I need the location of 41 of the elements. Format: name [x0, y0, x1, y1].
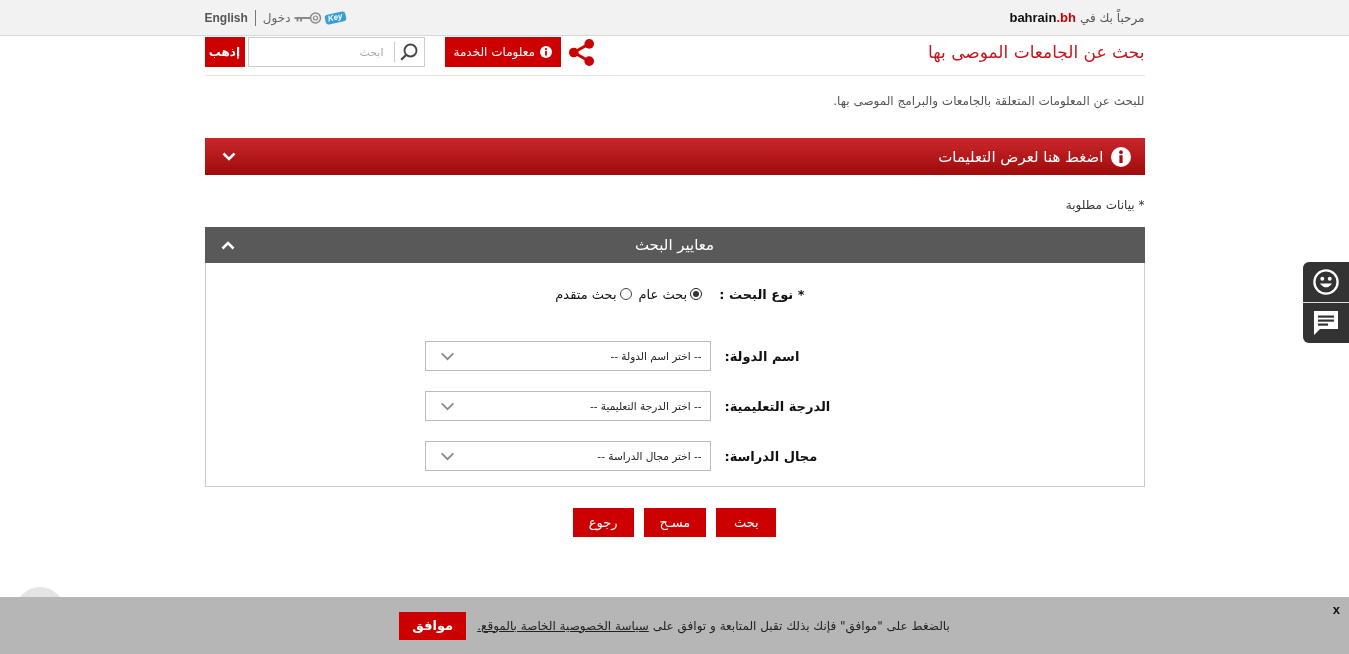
- accept-button[interactable]: موافق: [399, 611, 467, 640]
- radio-label[interactable]: بحث متقدم: [555, 286, 617, 302]
- language-link[interactable]: English: [204, 10, 248, 25]
- privacy-policy-link[interactable]: سياسة الخصوصية الخاصة بالموقع.: [477, 618, 649, 633]
- radio-button[interactable]: [619, 288, 632, 300]
- share-icon[interactable]: [568, 38, 595, 66]
- clear-button[interactable]: مسـح: [643, 508, 707, 537]
- search-icon[interactable]: [399, 43, 418, 61]
- chevron-down-icon: [439, 401, 455, 411]
- search-button[interactable]: بحث: [716, 508, 777, 537]
- description-text: للبحث عن المعلومات المتعلقة بالجامعات والبرامج الموصى بها.: [832, 93, 1145, 110]
- welcome-text: مرحباً بك في: [1079, 10, 1145, 25]
- service-info-button[interactable]: معلومات الخدمة: [444, 37, 561, 67]
- site-name[interactable]: bahrain.bh: [1009, 10, 1076, 25]
- field-label: مجال الدراسة:: [724, 448, 819, 464]
- radio-label[interactable]: بحث عام: [638, 286, 688, 302]
- search-field[interactable]: ابحث: [247, 37, 425, 67]
- key-badge: Key: [323, 10, 347, 25]
- page-title: بحث عن الجامعات الموصى بها: [928, 42, 1145, 62]
- info-icon: [1110, 146, 1131, 167]
- field-label: اسم الدولة:: [724, 348, 801, 364]
- back-button[interactable]: رجوع: [572, 508, 634, 537]
- go-button[interactable]: إذهب: [204, 37, 245, 67]
- field-label: الدرجة التعليمية:: [724, 398, 832, 414]
- chevron-down-icon: [439, 451, 455, 461]
- required-note: * بيانات مطلوبة: [1064, 197, 1145, 214]
- info-icon: [540, 46, 552, 58]
- search-type-label: * نوع البحث :: [719, 286, 805, 302]
- instructions-toggle[interactable]: اضغط هنا لعرض التعليمات: [204, 138, 1145, 175]
- criteria-panel-header[interactable]: معايير البحث: [204, 227, 1145, 263]
- dropdown-field[interactable]: -- اختر مجال الدراسة --: [424, 441, 711, 471]
- key-icon: [293, 11, 322, 24]
- dropdown-field[interactable]: -- اختر اسم الدولة --: [424, 341, 711, 371]
- smiley-icon[interactable]: [1313, 269, 1339, 295]
- chat-icon[interactable]: [1313, 310, 1339, 336]
- dropdown-field[interactable]: -- اختر الدرجة التعليمية --: [424, 391, 711, 421]
- chevron-down-icon: [439, 351, 455, 361]
- close-button[interactable]: x: [1332, 602, 1340, 617]
- radio-button[interactable]: [690, 288, 703, 300]
- cookie-message: بالضغط على "موافق" فإنك بذلك تقبل المتابعة و توافق على سياسة الخصوصية الخاصة بالموقع.: [477, 618, 950, 633]
- login-link[interactable]: دخول: [262, 10, 291, 25]
